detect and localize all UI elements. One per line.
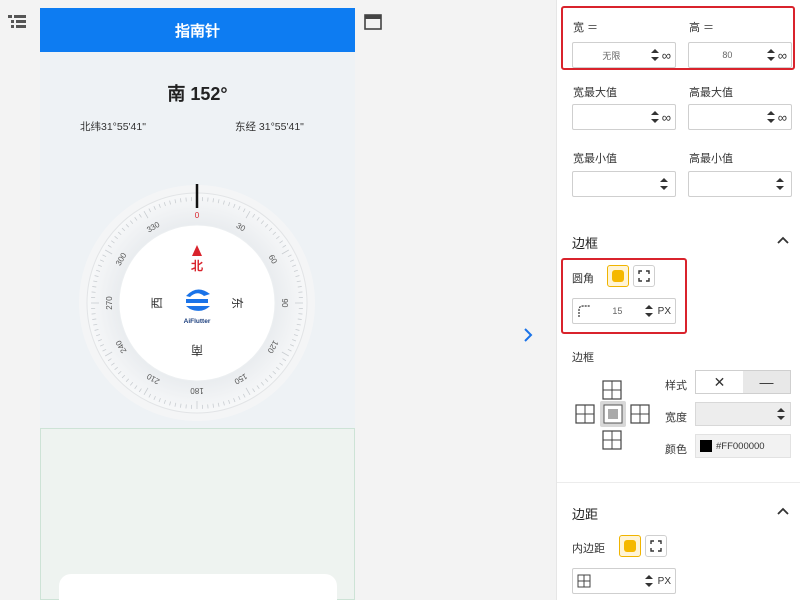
style-solid-option[interactable]: — bbox=[743, 371, 790, 393]
spinner-icon[interactable] bbox=[650, 47, 660, 63]
longitude-text: 东经 31°55'41" bbox=[235, 121, 304, 133]
tree-view-icon[interactable] bbox=[8, 14, 26, 30]
border-style-selector[interactable]: ✕ — bbox=[695, 370, 791, 394]
radius-uniform-toggle[interactable] bbox=[607, 265, 629, 287]
infinity-icon[interactable]: ∞ bbox=[778, 110, 787, 125]
collapse-icon[interactable] bbox=[777, 507, 789, 515]
degree-label-270: 270 bbox=[105, 296, 114, 310]
radius-unit: PX bbox=[657, 305, 671, 317]
degree-label-0: 0 bbox=[195, 211, 200, 220]
radius-individual-toggle[interactable] bbox=[633, 265, 655, 287]
min-height-label: 高最小值 bbox=[689, 153, 733, 165]
bottom-card[interactable] bbox=[59, 574, 337, 600]
color-value: #FF000000 bbox=[716, 440, 765, 452]
properties-panel: 宽 ＝ 高 ＝ 无限 ∞ 80 ∞ 宽最大值 高最大值 ∞ ∞ 宽最小值 高最小… bbox=[556, 0, 800, 600]
padding-uniform-toggle[interactable] bbox=[619, 535, 641, 557]
infinity-icon[interactable]: ∞ bbox=[778, 48, 787, 63]
max-width-label: 宽最大值 bbox=[573, 87, 617, 99]
spinner-icon[interactable] bbox=[644, 573, 654, 589]
padding-section-title: 边距 bbox=[572, 507, 599, 522]
logo-text: AiFlutter bbox=[184, 318, 211, 325]
dir-east: 东 bbox=[230, 297, 244, 309]
padding-individual-toggle[interactable] bbox=[645, 535, 667, 557]
chevron-right-icon[interactable] bbox=[521, 326, 535, 344]
height-input[interactable]: 80 ∞ bbox=[688, 42, 792, 68]
width-input[interactable]: 无限 ∞ bbox=[572, 42, 676, 68]
padding-grid-icon bbox=[577, 574, 591, 588]
style-label: 样式 bbox=[665, 380, 687, 392]
radius-value: 15 bbox=[612, 306, 623, 316]
dir-north: 北 bbox=[191, 258, 203, 273]
dir-west: 西 bbox=[150, 297, 164, 309]
phone-preview: 指南针 南 152° 北纬31°55'41" 东经 31°55'41" 0 30 6… bbox=[40, 8, 355, 600]
degree-label-180: 180 bbox=[190, 386, 204, 395]
infinity-icon[interactable]: ∞ bbox=[662, 110, 671, 125]
border-all-button[interactable] bbox=[600, 401, 626, 427]
app-bar: 指南针 bbox=[40, 8, 355, 52]
spinner-icon[interactable] bbox=[644, 303, 654, 319]
dir-south: 南 bbox=[191, 343, 203, 358]
corner-radius-icon bbox=[578, 305, 590, 317]
padding-input[interactable]: PX bbox=[572, 568, 676, 594]
style-none-option[interactable]: ✕ bbox=[696, 371, 743, 393]
border-bottom-icon[interactable] bbox=[602, 430, 622, 450]
spinner-icon[interactable] bbox=[766, 47, 776, 63]
radius-input[interactable]: 15 PX bbox=[572, 298, 676, 324]
min-height-input[interactable] bbox=[688, 171, 792, 197]
height-label: 高 ＝ bbox=[689, 22, 715, 34]
border-top-icon[interactable] bbox=[602, 380, 622, 400]
spinner-icon[interactable] bbox=[659, 176, 669, 192]
corners-icon bbox=[638, 270, 650, 282]
degree-label-90: 90 bbox=[280, 299, 289, 308]
spinner-icon[interactable] bbox=[650, 109, 660, 125]
app-title: 指南针 bbox=[174, 22, 220, 40]
border-section-title: 边框 bbox=[572, 236, 599, 251]
content-area bbox=[40, 428, 355, 600]
border-label: 边框 bbox=[572, 352, 594, 364]
min-width-label: 宽最小值 bbox=[573, 153, 617, 165]
border-width-label: 宽度 bbox=[665, 412, 687, 424]
border-color-label: 颜色 bbox=[665, 444, 687, 456]
infinity-icon[interactable]: ∞ bbox=[662, 48, 671, 63]
color-swatch[interactable] bbox=[700, 440, 712, 452]
padding-label: 内边距 bbox=[572, 543, 605, 555]
compass-dial: 0306090120150180210240270300330 北 东 南 西 … bbox=[79, 184, 315, 421]
max-height-label: 高最大值 bbox=[689, 87, 733, 99]
latitude-text: 北纬31°55'41" bbox=[80, 121, 146, 133]
border-all-icon bbox=[603, 404, 623, 424]
width-label: 宽 ＝ bbox=[573, 22, 599, 34]
divider bbox=[557, 482, 800, 483]
spinner-icon[interactable] bbox=[775, 176, 785, 192]
border-left-icon[interactable] bbox=[575, 404, 595, 424]
corners-icon bbox=[650, 540, 662, 552]
border-right-icon[interactable] bbox=[630, 404, 650, 424]
heading-readout: 南 152° bbox=[167, 84, 228, 104]
max-height-input[interactable]: ∞ bbox=[688, 104, 792, 130]
border-width-select[interactable] bbox=[695, 402, 791, 426]
max-width-input[interactable]: ∞ bbox=[572, 104, 676, 130]
spinner-icon[interactable] bbox=[776, 406, 786, 422]
width-value: 无限 bbox=[602, 50, 621, 61]
preview-window-icon[interactable] bbox=[364, 14, 382, 30]
radius-label: 圆角 bbox=[572, 273, 594, 285]
collapse-icon[interactable] bbox=[777, 236, 789, 244]
min-width-input[interactable] bbox=[572, 171, 676, 197]
spinner-icon[interactable] bbox=[766, 109, 776, 125]
border-color-picker[interactable]: #FF000000 bbox=[695, 434, 791, 458]
padding-unit: PX bbox=[657, 575, 671, 587]
height-value: 80 bbox=[722, 50, 733, 60]
